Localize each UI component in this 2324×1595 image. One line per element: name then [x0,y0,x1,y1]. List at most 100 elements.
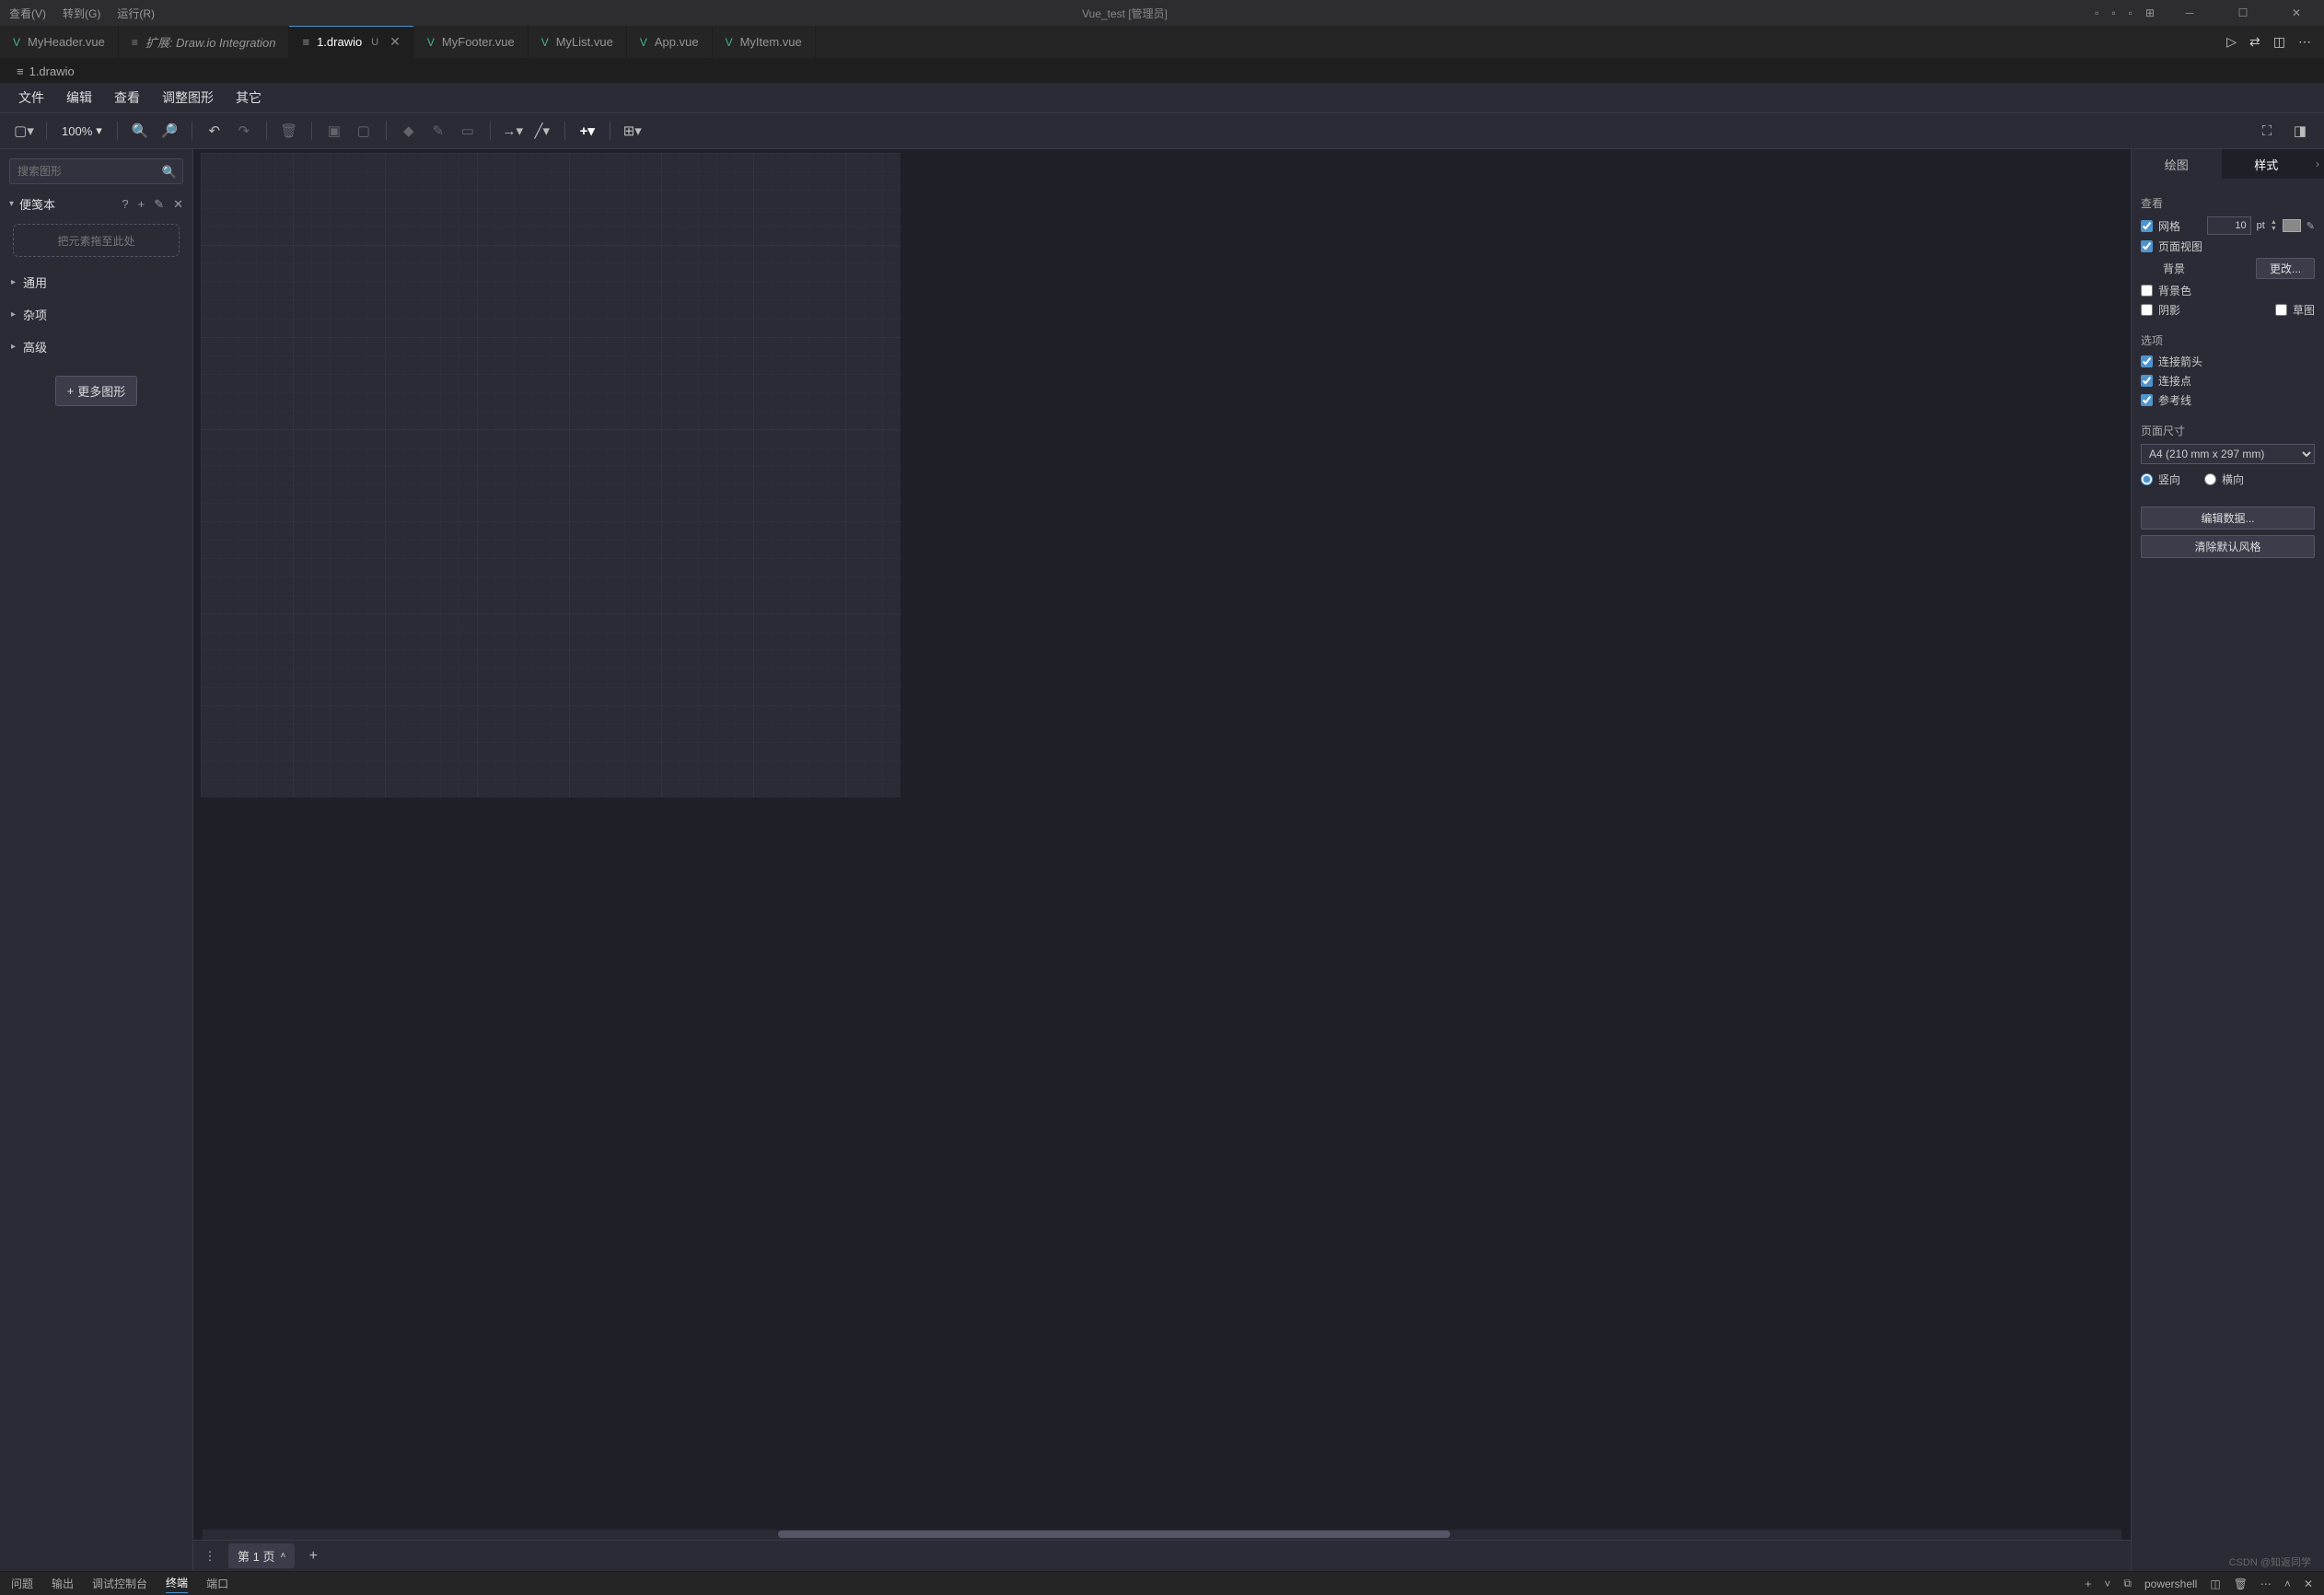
delete-icon[interactable]: 🗑 [276,118,302,144]
scratchpad-dropzone[interactable]: 把元素拖至此处 [13,224,180,257]
layout-grid-icon[interactable]: ⊞ [2145,6,2155,19]
scratchpad-header[interactable]: ▾ 便笺本 ? + ✎ ✕ [0,190,192,218]
run-icon[interactable]: ▷ [2226,34,2237,50]
panel-collapse-icon[interactable]: › [2311,149,2324,179]
menu-edit[interactable]: 编辑 [66,88,92,107]
more-shapes-button[interactable]: + 更多图形 [55,376,138,406]
points-checkbox[interactable] [2141,375,2153,387]
menu-view[interactable]: 查看(V) [9,6,46,21]
insert-icon[interactable]: +▾ [575,118,600,144]
terminal-dropdown-icon[interactable]: ˅ [2104,1578,2110,1590]
search-icon[interactable]: 🔍 [162,165,177,180]
fill-color-icon[interactable]: ◆ [396,118,422,144]
split-icon[interactable]: ◫ [2273,34,2285,50]
to-front-icon[interactable]: ▣ [321,118,347,144]
arrows-checkbox[interactable] [2141,355,2153,367]
close-panel-icon[interactable]: ✕ [2304,1578,2313,1590]
tab-diagram[interactable]: 绘图 [2132,149,2222,179]
zoom-out-icon[interactable]: 🔎 [157,118,182,144]
new-terminal-icon[interactable]: + [2085,1578,2091,1590]
table-icon[interactable]: ⊞▾ [620,118,645,144]
grid-color-swatch[interactable] [2283,219,2301,232]
tab-style[interactable]: 样式 [2222,149,2312,179]
more-icon[interactable]: ⋯ [2298,34,2311,50]
menu-file[interactable]: 文件 [18,88,44,107]
connection-icon[interactable]: →▾ [500,118,526,144]
add-icon[interactable]: + [138,197,145,212]
tab-extension[interactable]: ≡ 扩展: Draw.io Integration [119,26,290,58]
portrait-radio[interactable] [2141,473,2153,485]
grid-checkbox[interactable] [2141,220,2153,232]
page-tab-1[interactable]: 第 1 页 ˄ [228,1543,295,1568]
tab-terminal[interactable]: 终端 [166,1575,188,1593]
bgcolor-checkbox[interactable] [2141,285,2153,297]
guides-checkbox[interactable] [2141,394,2153,406]
category-advanced[interactable]: ▸ 高级 [0,331,192,363]
redo-icon[interactable]: ↷ [231,118,257,144]
pencil-icon[interactable]: ✎ [2307,220,2315,232]
add-page-button[interactable]: + [302,1545,324,1567]
canvas-page[interactable] [201,153,901,798]
menu-goto[interactable]: 转到(G) [63,6,100,21]
sketch-checkbox[interactable] [2275,304,2287,316]
tab-myheader[interactable]: V MyHeader.vue [0,26,119,58]
search-input[interactable] [9,158,183,184]
to-back-icon[interactable]: ▢ [351,118,377,144]
maximize-panel-icon[interactable]: ˄ [2284,1578,2291,1590]
menu-extras[interactable]: 其它 [236,88,261,107]
line-color-icon[interactable]: ✎ [425,118,451,144]
tab-drawio-active[interactable]: ≡ 1.drawio U ✕ [289,26,413,58]
close-icon[interactable]: ✕ [389,34,401,50]
change-bg-button[interactable]: 更改... [2256,258,2315,279]
terminal-label[interactable]: powershell [2144,1578,2197,1590]
grid-size-input[interactable] [2207,216,2251,235]
tab-myitem[interactable]: V MyItem.vue [713,26,816,58]
layout-icon-2[interactable]: ▫ [2111,6,2115,19]
zoom-level[interactable]: 100% ▾ [56,123,108,138]
landscape-radio[interactable] [2204,473,2216,485]
edit-data-button[interactable]: 编辑数据... [2141,506,2315,530]
clear-style-button[interactable]: 清除默认风格 [2141,535,2315,558]
menu-arrange[interactable]: 调整图形 [162,88,214,107]
tab-debug[interactable]: 调试控制台 [92,1576,147,1591]
fullscreen-icon[interactable]: ⛶ [2254,118,2280,144]
powershell-icon[interactable]: ⧉ [2123,1577,2132,1590]
minimize-button[interactable]: ─ [2171,0,2208,26]
shadow-icon[interactable]: ▭ [455,118,481,144]
category-general[interactable]: ▸ 通用 [0,266,192,298]
category-misc[interactable]: ▸ 杂项 [0,298,192,331]
scrollbar-thumb[interactable] [778,1531,1449,1538]
view-dropdown[interactable]: ▢▾ [11,118,37,144]
page-menu-icon[interactable]: ⋮ [199,1545,221,1567]
trash-icon[interactable]: 🗑 [2234,1578,2248,1590]
undo-icon[interactable]: ↶ [202,118,227,144]
waypoint-icon[interactable]: ╱▾ [529,118,555,144]
menu-run[interactable]: 运行(R) [117,6,155,21]
tab-mylist[interactable]: V MyList.vue [529,26,627,58]
tab-app[interactable]: V App.vue [627,26,713,58]
layout-icon-3[interactable]: ▫ [2129,6,2132,19]
horizontal-scrollbar[interactable] [203,1530,2121,1540]
pagesize-select[interactable]: A4 (210 mm x 297 mm) [2141,444,2315,464]
pageview-checkbox[interactable] [2141,240,2153,252]
compare-icon[interactable]: ⇄ [2249,34,2260,50]
menu-view[interactable]: 查看 [114,88,140,107]
close-window-button[interactable]: ✕ [2278,0,2315,26]
close-icon[interactable]: ✕ [173,197,183,212]
tab-output[interactable]: 输出 [52,1576,74,1591]
shadow-checkbox[interactable] [2141,304,2153,316]
split-terminal-icon[interactable]: ◫ [2210,1578,2220,1590]
tab-ports[interactable]: 端口 [206,1576,228,1591]
breadcrumb-file[interactable]: 1.drawio [29,64,75,78]
format-panel-icon[interactable]: ◨ [2287,118,2313,144]
zoom-in-icon[interactable]: 🔍 [127,118,153,144]
grid-stepper[interactable]: ▲▼ [2271,219,2277,232]
more-icon[interactable]: ⋯ [2260,1578,2272,1590]
canvas-viewport[interactable] [193,149,2131,1530]
tab-problems[interactable]: 问题 [11,1576,33,1591]
tab-myfooter[interactable]: V MyFooter.vue [414,26,529,58]
edit-icon[interactable]: ✎ [154,197,164,212]
maximize-button[interactable]: ☐ [2225,0,2261,26]
help-icon[interactable]: ? [122,197,128,212]
layout-icon-1[interactable]: ▫ [2095,6,2098,19]
